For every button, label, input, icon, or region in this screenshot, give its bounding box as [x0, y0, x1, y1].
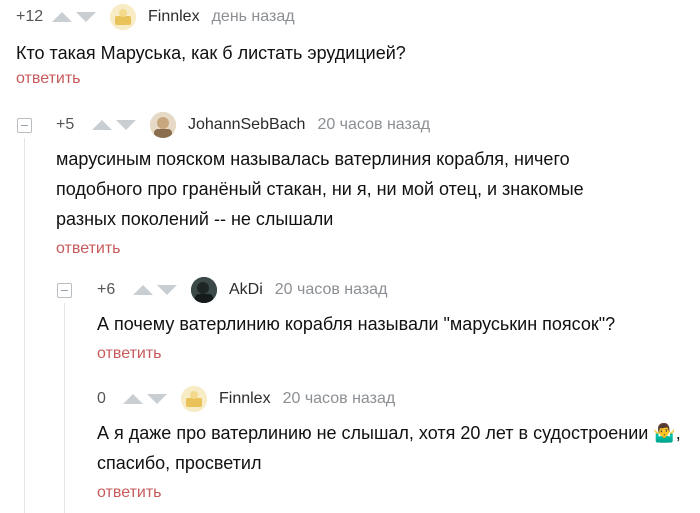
vote-down-icon[interactable]: [76, 12, 96, 22]
comment: 0 Finnlex 20 часов назад А я даже про ва…: [97, 386, 697, 502]
reply-link[interactable]: ответить: [56, 240, 656, 258]
comment-header: +5 JohannSebBach 20 часов назад: [56, 112, 656, 138]
comment-text: марусиным пояском называлась ватерлиния …: [56, 149, 584, 229]
score: +6: [97, 281, 116, 298]
comment-header: +12 Finnlex день назад: [16, 4, 696, 30]
vote-up-icon[interactable]: [52, 12, 72, 22]
timestamp[interactable]: день назад: [212, 8, 295, 26]
score: 0: [97, 390, 106, 407]
score: +12: [16, 8, 44, 25]
vote-up-icon[interactable]: [133, 285, 153, 295]
avatar-image-icon: [110, 4, 136, 30]
username[interactable]: Finnlex: [219, 390, 271, 408]
reply-link[interactable]: ответить: [97, 484, 697, 502]
vote-up-icon[interactable]: [123, 394, 143, 404]
comment-text: А почему ватерлинию корабля называли "ма…: [97, 314, 616, 334]
comment: +6 AkDi 20 часов назад А почему ватерлин…: [97, 277, 687, 363]
avatar[interactable]: [191, 277, 217, 303]
timestamp[interactable]: 20 часов назад: [275, 281, 388, 299]
vote-up-icon[interactable]: [92, 120, 112, 130]
avatar[interactable]: [150, 112, 176, 138]
vote-controls: [123, 394, 167, 404]
vote-controls: [92, 120, 136, 130]
thread-line: [24, 138, 25, 513]
collapse-icon[interactable]: [17, 118, 32, 133]
username[interactable]: Finnlex: [148, 8, 200, 26]
comment: +5 JohannSebBach 20 часов назад марусины…: [56, 112, 656, 258]
reply-link[interactable]: ответить: [16, 70, 696, 88]
collapse-icon[interactable]: [57, 283, 72, 298]
comment-header: +6 AkDi 20 часов назад: [97, 277, 687, 303]
avatar[interactable]: [110, 4, 136, 30]
vote-controls: [133, 285, 177, 295]
username[interactable]: AkDi: [229, 281, 263, 299]
timestamp[interactable]: 20 часов назад: [317, 116, 430, 134]
comment-text: А я даже про ватерлинию не слышал, хотя …: [97, 423, 681, 473]
avatar[interactable]: [181, 386, 207, 412]
score: +5: [56, 116, 75, 133]
comment-text: Кто такая Маруська, как б листать эрудиц…: [16, 43, 406, 63]
username[interactable]: JohannSebBach: [188, 116, 305, 134]
comment: +12 Finnlex день назад Кто такая Маруськ…: [16, 4, 696, 88]
thread-line: [64, 303, 65, 513]
vote-down-icon[interactable]: [157, 285, 177, 295]
vote-controls: [52, 12, 96, 22]
reply-link[interactable]: ответить: [97, 345, 687, 363]
timestamp[interactable]: 20 часов назад: [283, 390, 396, 408]
vote-down-icon[interactable]: [116, 120, 136, 130]
comment-header: 0 Finnlex 20 часов назад: [97, 386, 697, 412]
avatar-image-icon: [181, 386, 207, 412]
avatar-image-icon: [191, 277, 217, 303]
vote-down-icon[interactable]: [147, 394, 167, 404]
avatar-image-icon: [150, 112, 176, 138]
